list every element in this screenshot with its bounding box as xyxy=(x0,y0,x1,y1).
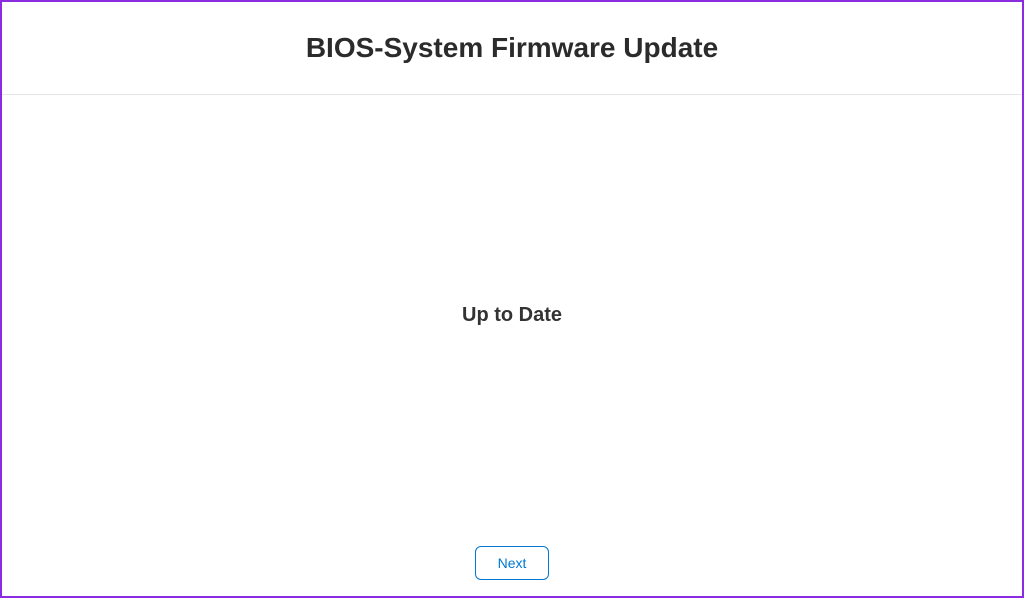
page-title: BIOS-System Firmware Update xyxy=(2,32,1022,64)
next-button[interactable]: Next xyxy=(475,546,550,580)
footer: Next xyxy=(2,536,1022,596)
header: BIOS-System Firmware Update xyxy=(2,2,1022,95)
window-frame: BIOS-System Firmware Update Up to Date N… xyxy=(0,0,1024,598)
status-message: Up to Date xyxy=(462,304,562,327)
content-area: Up to Date xyxy=(2,95,1022,536)
